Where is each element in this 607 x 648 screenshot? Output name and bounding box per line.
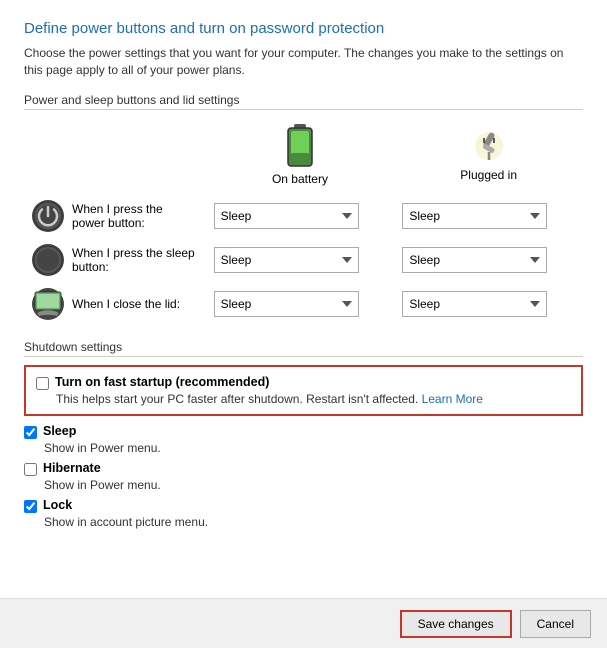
- lock-sub-label: Show in account picture menu.: [44, 515, 583, 529]
- section1-label: Power and sleep buttons and lid settings: [24, 93, 583, 110]
- row-label: When I close the lid:: [72, 297, 180, 311]
- plugged-in-select-1[interactable]: Do nothingSleepHibernateShut down: [402, 247, 547, 273]
- row-icon-sleep: [32, 244, 64, 276]
- col-plugged-in: Plugged in: [394, 120, 583, 194]
- col-on-battery: On battery: [206, 120, 395, 194]
- plugged-in-select-cell: Do nothingSleepHibernateShut down: [394, 238, 583, 282]
- on-battery-label: On battery: [272, 172, 328, 186]
- panel: Define power buttons and turn on passwor…: [0, 0, 607, 648]
- power-row: When I close the lid: Do nothingSleepHib…: [24, 282, 583, 326]
- plugged-in-label: Plugged in: [460, 168, 517, 182]
- page-title: Define power buttons and turn on passwor…: [24, 20, 583, 37]
- save-button[interactable]: Save changes: [400, 610, 512, 638]
- row-label-cell: When I press the power button:: [24, 194, 206, 238]
- row-label: When I press the sleep button:: [72, 246, 198, 274]
- row-icon-lid: [32, 288, 64, 320]
- fast-startup-label[interactable]: Turn on fast startup (recommended): [55, 375, 269, 389]
- shutdown-section: Shutdown settings Turn on fast startup (…: [24, 340, 583, 529]
- hibernate-sub-label: Show in Power menu.: [44, 478, 583, 492]
- sleep-option-block: Sleep Show in Power menu.: [24, 424, 583, 455]
- sleep-checkbox[interactable]: [24, 426, 37, 439]
- fast-startup-checkbox[interactable]: [36, 377, 49, 390]
- power-row: When I press the sleep button: Do nothin…: [24, 238, 583, 282]
- lock-label[interactable]: Lock: [43, 498, 72, 512]
- section2-label: Shutdown settings: [24, 340, 583, 357]
- on-battery-select-cell: Do nothingSleepHibernateShut down: [206, 238, 395, 282]
- lock-checkbox[interactable]: [24, 500, 37, 513]
- description: Choose the power settings that you want …: [24, 45, 583, 79]
- fast-startup-description: This helps start your PC faster after sh…: [56, 392, 571, 406]
- footer: Save changes Cancel: [0, 598, 607, 648]
- plugged-in-select-0[interactable]: Do nothingSleepHibernateShut down: [402, 203, 547, 229]
- sleep-sub-label: Show in Power menu.: [44, 441, 583, 455]
- on-battery-select-cell: Do nothingSleepHibernateShut down: [206, 194, 395, 238]
- row-label: When I press the power button:: [72, 202, 198, 230]
- plugged-in-select-cell: Do nothingSleepHibernateShut down: [394, 282, 583, 326]
- power-grid: On battery: [24, 120, 583, 326]
- row-label-cell: When I press the sleep button:: [24, 238, 206, 282]
- hibernate-option-block: Hibernate Show in Power menu.: [24, 461, 583, 492]
- on-battery-select-1[interactable]: Do nothingSleepHibernateShut down: [214, 247, 359, 273]
- row-icon-power: [32, 200, 64, 232]
- battery-icon: [286, 124, 314, 168]
- plugged-in-select-2[interactable]: Do nothingSleepHibernateShut down: [402, 291, 547, 317]
- fast-startup-box: Turn on fast startup (recommended) This …: [24, 365, 583, 416]
- on-battery-select-0[interactable]: Do nothingSleepHibernateShut down: [214, 203, 359, 229]
- lock-option-block: Lock Show in account picture menu.: [24, 498, 583, 529]
- on-battery-select-cell: Do nothingSleepHibernateShut down: [206, 282, 395, 326]
- hibernate-label[interactable]: Hibernate: [43, 461, 101, 475]
- sleep-label[interactable]: Sleep: [43, 424, 76, 438]
- cancel-button[interactable]: Cancel: [520, 610, 591, 638]
- pluggedin-icon: [471, 128, 507, 164]
- plugged-in-select-cell: Do nothingSleepHibernateShut down: [394, 194, 583, 238]
- power-row: When I press the power button: Do nothin…: [24, 194, 583, 238]
- hibernate-checkbox[interactable]: [24, 463, 37, 476]
- row-label-cell: When I close the lid:: [24, 282, 206, 326]
- on-battery-select-2[interactable]: Do nothingSleepHibernateShut down: [214, 291, 359, 317]
- learn-more-link[interactable]: Learn More: [422, 392, 483, 406]
